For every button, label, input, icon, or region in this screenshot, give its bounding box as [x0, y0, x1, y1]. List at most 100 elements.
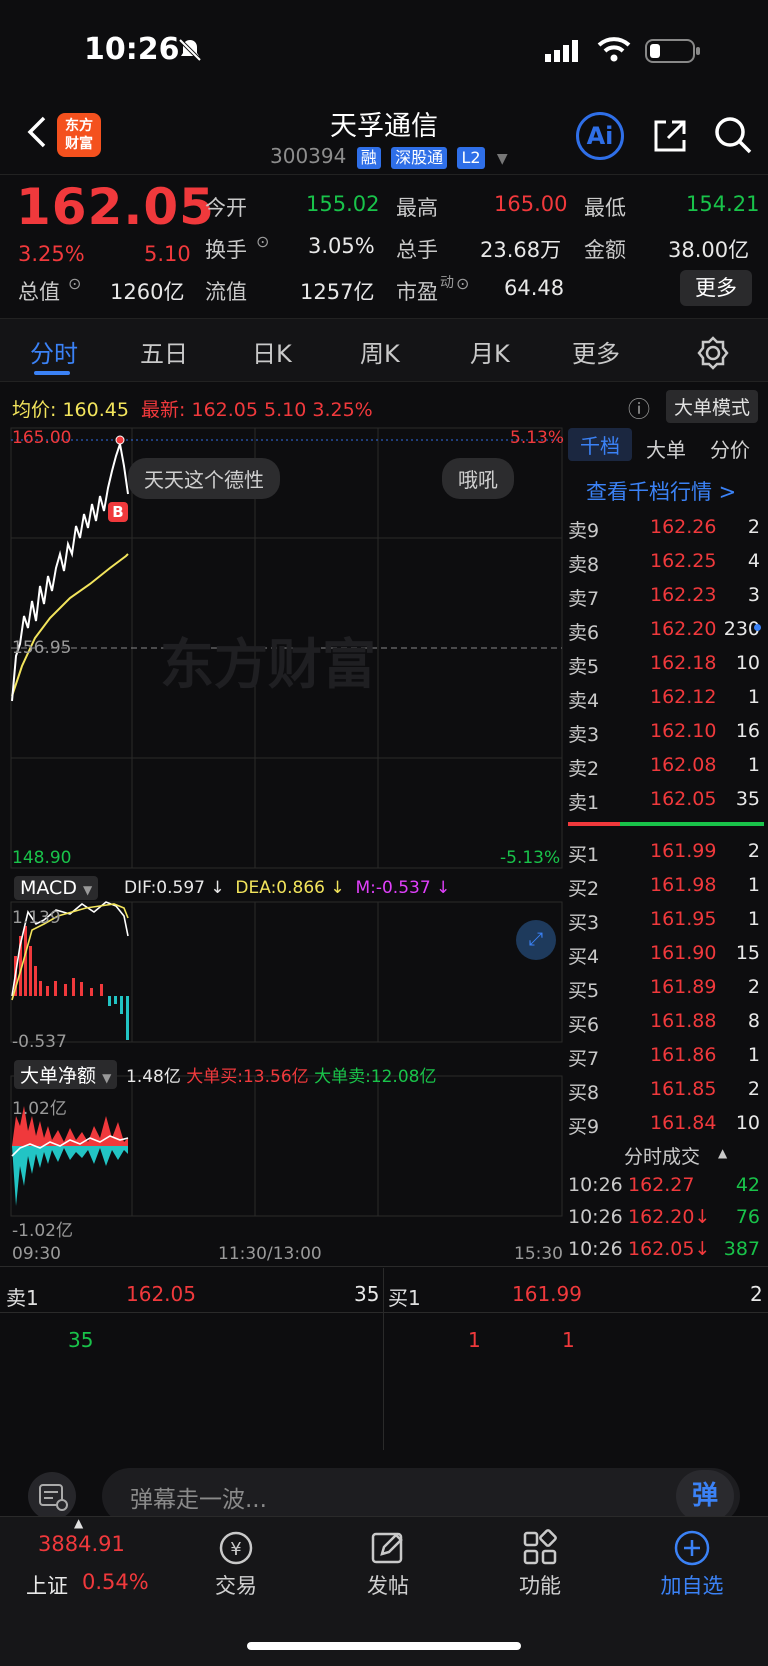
ai-button[interactable]: Ai [576, 112, 624, 160]
bid-level: 买6 [568, 1014, 600, 1036]
ask-volume: 4 [747, 550, 760, 572]
help-icon[interactable]: ⓘ [628, 392, 650, 424]
latest-value: 162.05 [191, 399, 258, 421]
bid-price: 161.88 [650, 1010, 717, 1032]
ask-price: 162.26 [650, 516, 717, 538]
time-mid: 11:30/13:00 [218, 1244, 322, 1264]
low-label: 最低 [584, 196, 626, 220]
big-order-mode-button[interactable]: 大单模式 [666, 390, 759, 423]
nav-add-watchlist[interactable]: 加自选 [632, 1570, 752, 1600]
post-icon[interactable] [368, 1528, 408, 1572]
tick-volume: 76 [735, 1206, 760, 1228]
time-start: 09:30 [12, 1244, 61, 1264]
y-bottom-label: 148.90 [12, 848, 72, 868]
tag-l2: L2 [457, 147, 485, 169]
tab-level-book[interactable]: 千档 [568, 428, 632, 461]
info-icon[interactable]: ⊙ [256, 232, 269, 251]
macd-histogram [14, 926, 129, 1040]
apps-icon[interactable] [520, 1528, 560, 1572]
buy-marker[interactable]: B [108, 502, 128, 522]
tab-monthly-k[interactable]: 月K [470, 334, 510, 369]
tab-intraday[interactable]: 分时 [30, 334, 78, 369]
ask-volume: 3 [747, 584, 760, 606]
ticks-title[interactable]: 分时成交 [624, 1142, 700, 1169]
nav-post[interactable]: 发帖 [328, 1570, 448, 1600]
nav-trade[interactable]: 交易 [176, 1570, 296, 1600]
danmaku-bubble: 哦吼 [442, 458, 514, 499]
index-name[interactable]: 上证 [26, 1570, 68, 1600]
tick-volume: 387 [723, 1238, 760, 1260]
index-value[interactable]: 3884.91 [38, 1532, 125, 1556]
y-mid-label: 156.95 [12, 638, 72, 658]
ask-volume: 35 [735, 788, 760, 810]
change-amount: 5.10 [144, 242, 191, 266]
info-icon[interactable]: ⊙ [68, 274, 81, 293]
danmaku-settings-button[interactable] [28, 1472, 76, 1520]
caret-down-icon: ▼ [83, 883, 93, 897]
view-level-book-link[interactable]: 查看千档行情 > [586, 476, 736, 506]
danmaku-send-button[interactable]: 弹 [676, 1470, 734, 1522]
settings-button[interactable] [696, 336, 730, 374]
search-button[interactable] [712, 114, 754, 160]
bid-volume: 10 [735, 1112, 760, 1134]
big-order-selector[interactable]: 大单净额 ▼ [14, 1060, 118, 1089]
bid-volume: 1 [747, 1044, 760, 1066]
macd-label: MACD [20, 877, 77, 899]
bid-price: 161.98 [650, 874, 717, 896]
bid-level: 买5 [568, 980, 600, 1002]
high-value: 165.00 [494, 192, 568, 216]
tab-weekly-k[interactable]: 周K [360, 334, 400, 369]
tab-five-day[interactable]: 五日 [140, 334, 188, 369]
float-cap-value: 1257亿 [300, 280, 375, 304]
caret-up-icon: ▲ [74, 1516, 84, 1530]
macd-selector[interactable]: MACD ▼ [14, 876, 99, 900]
bid-queue-item: 1 [468, 1328, 481, 1352]
total-cap-value: 1260亿 [110, 280, 185, 304]
volume-label: 总手 [396, 238, 438, 262]
amount-value: 38.00亿 [668, 238, 750, 262]
ask-level: 卖4 [568, 690, 600, 712]
tab-daily-k[interactable]: 日K [252, 334, 292, 369]
nav-functions[interactable]: 功能 [480, 1570, 600, 1600]
ratio-bar-buy [568, 822, 620, 826]
strip-ask-vol: 35 [354, 1282, 380, 1306]
tab-big-order[interactable]: 大单 [646, 434, 686, 463]
ask-level: 卖7 [568, 588, 600, 610]
ask-level: 卖6 [568, 622, 600, 644]
more-stats-button[interactable]: 更多 [680, 270, 752, 306]
bid-price: 161.85 [650, 1078, 717, 1100]
ask-level: 卖1 [568, 792, 600, 814]
macd-dea: DEA:0.866 ↓ [235, 878, 345, 898]
share-button[interactable] [650, 116, 690, 160]
turnover-label: 换手 [205, 238, 247, 262]
bid-volume: 15 [735, 942, 760, 964]
bid-level: 买9 [568, 1116, 600, 1138]
search-icon [715, 117, 752, 154]
bid-level: 买4 [568, 946, 600, 968]
bid-level: 买3 [568, 912, 600, 934]
tab-more[interactable]: 更多 [572, 334, 620, 369]
ratio-bar [568, 822, 764, 826]
index-pct[interactable]: 0.54% [82, 1570, 149, 1594]
bid-volume: 1 [747, 908, 760, 930]
info-icon[interactable]: ⊙ [456, 274, 469, 293]
amount-label: 金额 [584, 238, 626, 262]
intraday-chart[interactable] [10, 426, 563, 1236]
expand-icon[interactable]: ⤢ [516, 920, 556, 960]
tick-time: 10:26 [568, 1174, 623, 1196]
stock-code-line: 300394 融 深股通 L2 ▼ [270, 144, 508, 169]
tab-price-dist[interactable]: 分价 [710, 434, 750, 463]
caret-down-icon[interactable]: ▼ [497, 151, 508, 167]
trade-icon[interactable]: ¥ [216, 1528, 256, 1572]
tick-price: 162.27 [628, 1174, 695, 1196]
caret-up-icon: ▲ [718, 1146, 728, 1160]
danmaku-placeholder: 弹幕走一波... [130, 1487, 267, 1513]
ask-volume: 1 [747, 686, 760, 708]
bid-price: 161.95 [650, 908, 717, 930]
avg-label: 均价: [12, 399, 57, 421]
ask-volume: 16 [735, 720, 760, 742]
strip-ask-label: 卖1 [6, 1286, 39, 1310]
add-watchlist-icon[interactable] [672, 1528, 712, 1572]
float-cap-label: 流值 [205, 280, 247, 304]
high-label: 最高 [396, 196, 438, 220]
